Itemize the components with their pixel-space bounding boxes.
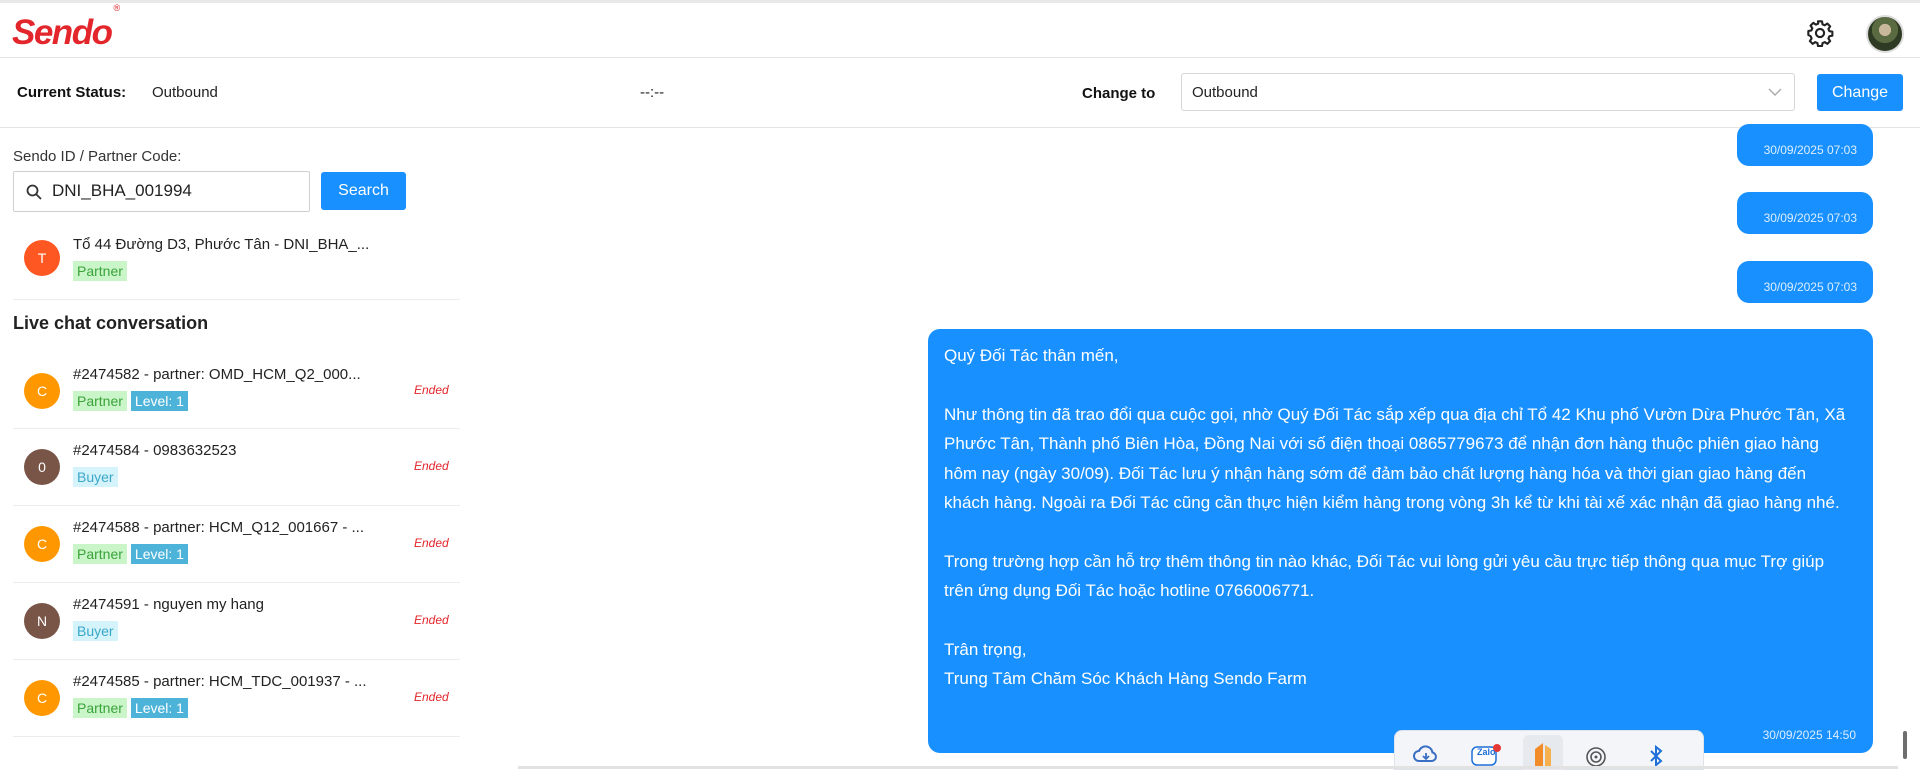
search-input[interactable] [52, 181, 302, 201]
conversation-item[interactable]: C #2474588 - partner: HCM_Q12_001667 - .… [13, 506, 460, 583]
conversation-title: #2474584 - 0983632523 [73, 442, 237, 459]
message-timestamp: 30/09/2025 14:50 [1762, 728, 1856, 742]
avatar: C [24, 373, 60, 409]
partner-badge: Partner [73, 544, 127, 564]
avatar: T [24, 240, 60, 276]
divider [518, 766, 1898, 769]
user-avatar[interactable] [1866, 15, 1904, 53]
message-text: Quý Đối Tác thân mến, Như thông tin đã t… [944, 346, 1846, 689]
avatar: N [24, 603, 60, 639]
search-box[interactable] [13, 171, 310, 212]
system-tray: Zalo [1394, 730, 1704, 770]
sendo-logo[interactable]: Sendo® [12, 3, 120, 53]
search-icon [26, 184, 42, 200]
search-result-item[interactable]: T Tổ 44 Đường D3, Phước Tân - DNI_BHA_..… [13, 224, 460, 300]
message-timestamp: 30/09/2025 07:03 [1763, 280, 1857, 294]
conversation-title: #2474585 - partner: HCM_TDC_001937 - ... [73, 673, 367, 690]
conversation-item[interactable]: N #2474591 - nguyen my hang Buyer Ended [13, 583, 460, 660]
conversation-tags: Buyer [73, 467, 122, 487]
chat-message: 30/09/2025 07:03 [1737, 124, 1873, 166]
conversation-title: #2474591 - nguyen my hang [73, 596, 264, 613]
conversation-item[interactable]: C #2474582 - partner: OMD_HCM_Q2_000... … [13, 352, 460, 429]
search-button[interactable]: Search [321, 172, 406, 210]
partner-badge: Partner [73, 391, 127, 411]
status-bar: Current Status: Outbound --:-- Change to… [0, 58, 1920, 128]
conversation-tags: Partner Level: 1 [73, 391, 192, 411]
conversation-title: #2474588 - partner: HCM_Q12_001667 - ... [73, 519, 365, 536]
result-title: Tổ 44 Đường D3, Phước Tân - DNI_BHA_... [73, 236, 370, 253]
status-badge: Ended [414, 459, 449, 473]
avatar: C [24, 526, 60, 562]
partner-badge: Partner [73, 698, 127, 718]
status-badge: Ended [414, 613, 449, 627]
buyer-badge: Buyer [73, 621, 118, 641]
level-badge: Level: 1 [130, 698, 188, 718]
status-badge: Ended [414, 690, 449, 704]
message-timestamp: 30/09/2025 07:03 [1763, 211, 1857, 225]
conversation-title: #2474582 - partner: OMD_HCM_Q2_000... [73, 366, 361, 383]
status-select[interactable]: Outbound [1181, 73, 1795, 111]
result-tags: Partner [73, 261, 131, 281]
live-chat-title: Live chat conversation [13, 313, 209, 333]
conversation-tags: Partner Level: 1 [73, 544, 192, 564]
buyer-badge: Buyer [73, 467, 118, 487]
avatar: C [24, 680, 60, 716]
left-panel: Sendo ID / Partner Code: Search T Tổ 44 … [0, 128, 460, 770]
top-header: Sendo® [0, 0, 1920, 58]
conversation-tags: Partner Level: 1 [73, 698, 192, 718]
current-status-value: Outbound [152, 84, 218, 101]
change-button[interactable]: Change [1817, 74, 1903, 111]
app-icon[interactable] [1523, 735, 1563, 770]
status-select-value: Outbound [1192, 84, 1258, 101]
change-to-label: Change to [1082, 85, 1156, 102]
avatar: 0 [24, 449, 60, 485]
partner-badge: Partner [73, 261, 127, 281]
chat-message: 30/09/2025 07:03 [1737, 192, 1873, 234]
level-badge: Level: 1 [130, 391, 188, 411]
level-badge: Level: 1 [130, 544, 188, 564]
conversation-tags: Buyer [73, 621, 122, 641]
status-badge: Ended [414, 536, 449, 550]
conversation-item[interactable]: C #2474585 - partner: HCM_TDC_001937 - .… [13, 660, 460, 737]
chat-area: 30/09/2025 07:03 30/09/2025 07:03 30/09/… [460, 124, 1920, 770]
scrollbar-thumb[interactable] [1903, 731, 1907, 759]
search-label: Sendo ID / Partner Code: [13, 148, 182, 165]
chat-message: 30/09/2025 07:03 [1737, 261, 1873, 303]
status-badge: Ended [414, 383, 449, 397]
message-timestamp: 30/09/2025 07:03 [1763, 143, 1857, 157]
chevron-down-icon [1768, 88, 1782, 96]
conversation-item[interactable]: 0 #2474584 - 0983632523 Buyer Ended [13, 429, 460, 506]
chat-message: Quý Đối Tác thân mến, Như thông tin đã t… [928, 329, 1873, 753]
current-status-label: Current Status: [17, 84, 127, 101]
zalo-label: Zalo [1477, 747, 1496, 757]
status-timer: --:-- [640, 84, 665, 101]
gear-icon[interactable] [1806, 19, 1834, 47]
